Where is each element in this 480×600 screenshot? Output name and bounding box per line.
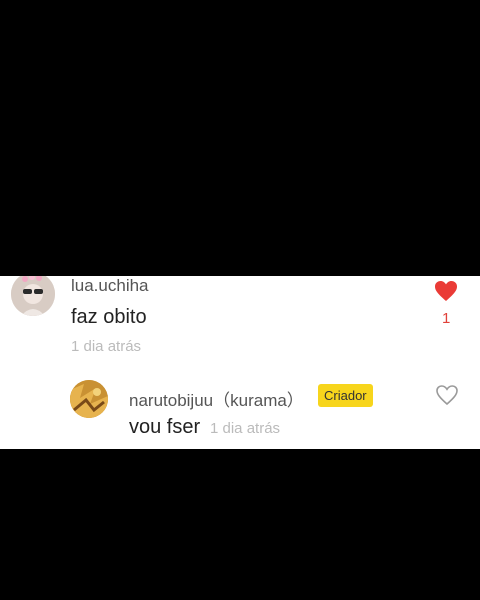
- comment-timestamp: 1 dia atrás: [71, 338, 142, 355]
- heart-outline-icon[interactable]: [435, 384, 459, 411]
- reply-text: vou fser: [129, 416, 201, 438]
- heart-filled-icon[interactable]: [434, 280, 458, 307]
- reply-username[interactable]: narutobijuu（kurama）: [129, 386, 304, 411]
- comment-panel: lua.uchiha faz obito 1 dia atrás 1 narut…: [0, 276, 480, 449]
- creator-badge: Criador: [318, 384, 373, 407]
- like-count: 1: [442, 310, 451, 327]
- reply-timestamp: 1 dia atrás: [210, 420, 281, 437]
- avatar[interactable]: [70, 380, 108, 418]
- comment-text: faz obito: [71, 306, 147, 328]
- comment-username[interactable]: lua.uchiha: [71, 276, 149, 296]
- avatar[interactable]: [11, 276, 55, 316]
